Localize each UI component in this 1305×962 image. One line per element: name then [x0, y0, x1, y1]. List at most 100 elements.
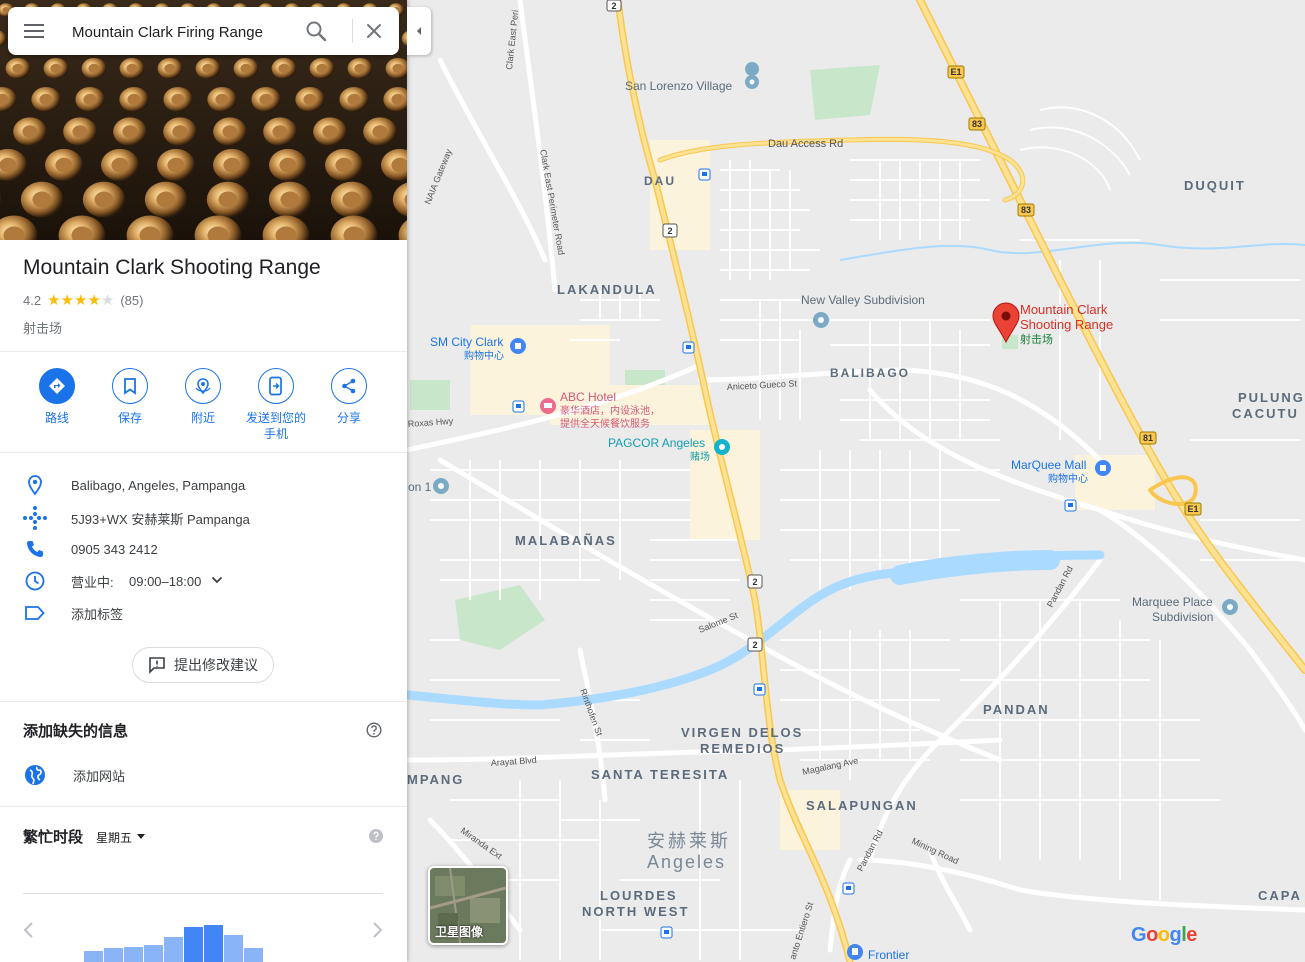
close-icon[interactable]	[363, 20, 385, 42]
directions-button[interactable]: 路线	[21, 368, 93, 426]
map-label: SANTA TERESITA	[591, 767, 729, 782]
add-website-row[interactable]: 添加网站	[24, 764, 125, 786]
popular-times-bar[interactable]	[164, 937, 183, 962]
star-filled-icon: ★	[87, 292, 101, 309]
bullet-primer	[272, 125, 288, 138]
satellite-label: 卫星图像	[435, 925, 484, 939]
rating-stars: ★★★★★	[47, 291, 114, 309]
send-to-phone-button[interactable]: 发送到您的 手机	[240, 368, 312, 442]
menu-icon[interactable]	[22, 21, 46, 41]
address-row[interactable]: Balibago, Angeles, Pampanga	[22, 474, 245, 496]
nearby-button[interactable]: 附近	[167, 368, 239, 426]
feedback-icon	[149, 657, 165, 674]
share-button[interactable]: 分享	[313, 368, 385, 426]
bullet-primer	[156, 191, 176, 208]
marker-label: Mountain Clark	[1020, 302, 1108, 317]
place-title: Mountain Clark Shooting Range	[23, 256, 321, 279]
popular-times-bar[interactable]	[84, 951, 103, 962]
send-to-phone-icon	[269, 376, 282, 396]
popular-times-bar[interactable]	[204, 925, 223, 962]
hours-row[interactable]: 营业中: 09:00–18:00	[22, 570, 223, 592]
map-label: Frontier	[868, 948, 909, 962]
bullet-primer	[280, 191, 300, 208]
hours-status: 营业中:	[71, 574, 114, 590]
popular-times-bar[interactable]	[144, 945, 163, 962]
action-label: 保存	[117, 411, 142, 425]
chevron-left-icon[interactable]	[22, 920, 36, 940]
add-label-row[interactable]: 添加标签	[22, 602, 123, 624]
route-shield-2: 2	[611, 1, 616, 11]
popular-times-bar[interactable]	[124, 947, 143, 962]
map-label: 赌场	[690, 450, 710, 463]
collapse-panel-button[interactable]	[407, 7, 431, 55]
share-icon	[342, 378, 356, 394]
divider	[0, 806, 407, 807]
phone-row[interactable]: 0905 343 2412	[22, 538, 158, 560]
route-shield-83: 83	[1021, 205, 1031, 215]
google-logo: Google	[1131, 924, 1197, 946]
bullet-primer	[316, 63, 328, 74]
rating-row[interactable]: 4.2 ★★★★★ (85)	[23, 291, 143, 309]
star-filled-icon: ★	[60, 292, 74, 309]
chevron-down-icon[interactable]	[211, 575, 223, 585]
star-filled-icon: ★	[73, 292, 88, 309]
place-category[interactable]: 射击场	[23, 318, 62, 337]
bullet-primer	[347, 93, 361, 105]
phone-text: 0905 343 2412	[71, 541, 158, 557]
popular-times-bar[interactable]	[104, 948, 123, 962]
bullet-primer	[391, 93, 405, 105]
bullet-primer	[32, 191, 52, 208]
bullet-primer	[39, 93, 53, 105]
map-label: VIRGEN DELOS	[681, 725, 803, 740]
label-icon	[25, 606, 45, 620]
missing-info-title: 添加缺失的信息	[23, 723, 129, 740]
place-panel: Mountain Clark Shooting Range 4.2 ★★★★★ …	[0, 0, 407, 962]
city-label: 安赫莱斯	[647, 831, 731, 851]
route-shield-81: 81	[1143, 433, 1153, 443]
bullet-primer	[164, 63, 176, 74]
nearby-icon	[195, 378, 211, 395]
day-dropdown[interactable]: 星期五	[96, 829, 146, 846]
route-shield-2: 2	[667, 226, 672, 236]
popular-times-bar[interactable]	[244, 948, 263, 962]
bullet-primer	[240, 63, 252, 74]
bullet-primer	[126, 63, 138, 74]
search-input[interactable]	[70, 19, 302, 45]
divider	[0, 452, 407, 453]
bullet-primer	[218, 191, 238, 208]
bullet-primer	[259, 93, 273, 105]
map-label: CAPA	[1258, 888, 1302, 903]
bullet-primer	[215, 93, 229, 105]
map-label: on 1	[408, 480, 432, 494]
satellite-toggle[interactable]: 卫星图像	[428, 866, 508, 945]
route-shield-2: 2	[752, 577, 757, 587]
suggest-edit-button[interactable]: 提出修改建议	[132, 647, 274, 683]
map-label: LAKANDULA	[557, 282, 657, 297]
map-label: DUQUIT	[1184, 178, 1246, 193]
map-canvas[interactable]: 2 2 2 2 E1 E1 83 83 81 San Lorenzo Villa…	[407, 0, 1305, 962]
popular-times-chart	[84, 900, 264, 962]
add-website-text: 添加网站	[73, 768, 126, 784]
bullet-primer	[0, 157, 17, 173]
map-label: ABC Hotel	[560, 390, 616, 404]
caret-down-icon	[137, 834, 146, 839]
star-filled-icon: ★	[47, 292, 61, 309]
clock-icon	[25, 571, 45, 591]
map-label: Dau Access Rd	[768, 138, 843, 150]
bookmark-icon	[124, 378, 136, 395]
review-count[interactable]: (85)	[120, 293, 143, 308]
globe-icon	[25, 765, 45, 785]
search-divider	[352, 19, 353, 43]
divider	[0, 351, 407, 352]
chevron-right-icon[interactable]	[370, 920, 384, 940]
popular-times-bar[interactable]	[184, 927, 203, 962]
bullet-primer	[12, 63, 24, 74]
save-button[interactable]: 保存	[94, 368, 166, 426]
plus-code-row[interactable]: 5J93+WX 安赫莱斯 Pampanga	[22, 506, 250, 530]
bullet-primer	[111, 157, 129, 173]
search-icon[interactable]	[305, 20, 327, 42]
map-label: LOURDES	[600, 888, 678, 903]
popular-times-bar[interactable]	[224, 935, 243, 962]
help-icon[interactable]	[369, 829, 383, 843]
help-icon[interactable]	[366, 722, 382, 738]
